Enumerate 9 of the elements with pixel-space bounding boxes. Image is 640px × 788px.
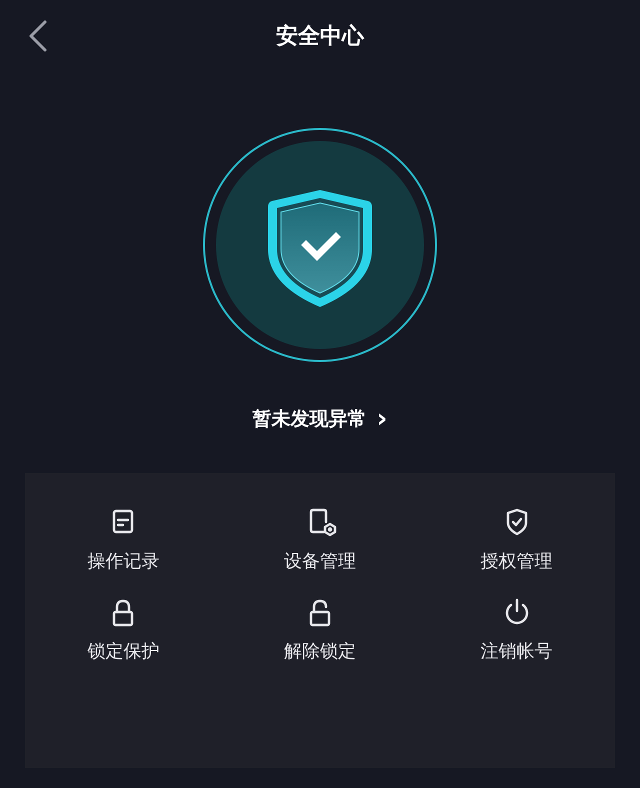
action-item[interactable]: 授权管理: [418, 501, 615, 573]
action-item[interactable]: 解除锁定: [222, 591, 418, 663]
back-icon[interactable]: [28, 20, 48, 52]
action-item[interactable]: 操作记录: [25, 501, 222, 573]
status-link[interactable]: 暂未发现异常 ›: [252, 406, 388, 432]
action-item[interactable]: 设备管理: [222, 501, 418, 573]
action-item[interactable]: 锁定保护: [25, 591, 222, 663]
page-title: 安全中心: [276, 22, 364, 51]
action-item[interactable]: 注销帐号: [418, 591, 615, 663]
